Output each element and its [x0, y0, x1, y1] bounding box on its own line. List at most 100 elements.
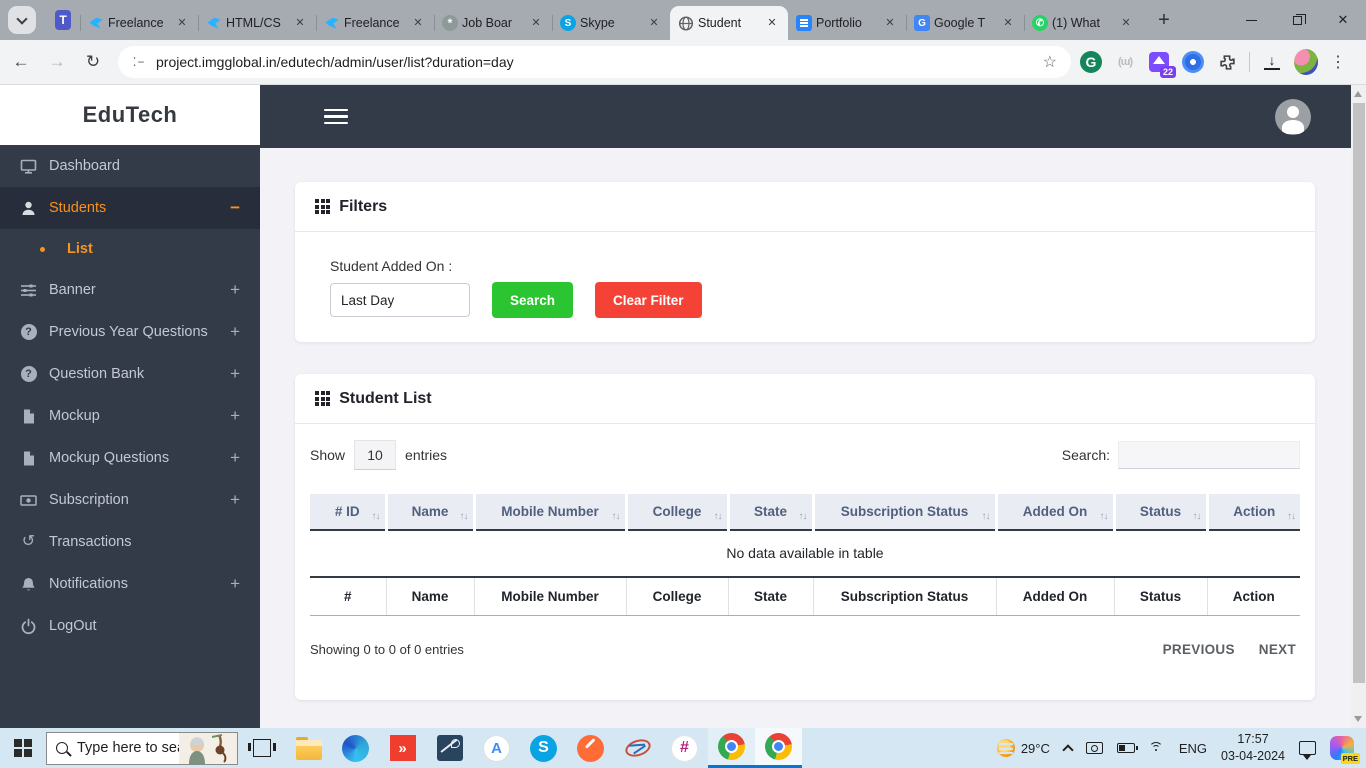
browser-menu-button[interactable]: ⋮ [1328, 52, 1356, 72]
snipping-tool-button[interactable] [614, 728, 661, 768]
blue-extension[interactable] [1181, 50, 1205, 74]
sidebar-item-mockup[interactable]: Mockup + [0, 395, 260, 437]
purple-extension[interactable]: 22 [1147, 50, 1176, 78]
new-tab-button[interactable]: + [1150, 6, 1178, 34]
sidebar-item-dashboard[interactable]: Dashboard [0, 145, 260, 187]
back-button[interactable]: ← [6, 47, 36, 77]
address-bar[interactable]: ⁚− project.imgglobal.in/edutech/admin/us… [118, 46, 1071, 78]
grammarly-extension[interactable]: G [1079, 50, 1103, 74]
edge-button[interactable] [332, 728, 379, 768]
column-header-subscription[interactable]: Subscription Status ↑↓ [813, 494, 998, 531]
column-header-state[interactable]: State ↑↓ [728, 494, 815, 531]
downloads-button[interactable]: ↓ [1260, 50, 1284, 74]
taskbar-search-box[interactable] [46, 731, 238, 765]
bookmark-star-icon[interactable]: ☆ [1039, 52, 1061, 72]
weather-widget[interactable]: 29°C [990, 728, 1057, 768]
scrollbar-thumb[interactable] [1352, 103, 1365, 683]
sort-icon[interactable]: ↑↓ [714, 511, 723, 522]
pgadmin-button[interactable] [426, 728, 473, 768]
sort-icon[interactable]: ↑↓ [1100, 511, 1109, 522]
restore-button[interactable] [1274, 0, 1320, 40]
notification-center-button[interactable] [1292, 728, 1323, 768]
taskview-button[interactable] [238, 728, 285, 768]
anydesk-button[interactable]: » [379, 728, 426, 768]
sidebar-item-notifications[interactable]: Notifications + [0, 563, 260, 605]
pinned-tab-teams[interactable]: T [46, 3, 80, 37]
tab-student-active[interactable]: Student ✕ [670, 6, 788, 40]
column-header-college[interactable]: College ↑↓ [626, 494, 730, 531]
close-icon[interactable]: ✕ [410, 15, 426, 31]
sidebar-item-list[interactable]: List [0, 229, 260, 269]
table-search-input[interactable] [1118, 441, 1300, 469]
close-icon[interactable]: ✕ [764, 15, 780, 31]
scroll-up-icon[interactable] [1354, 91, 1362, 97]
column-header-name[interactable]: Name ↑↓ [386, 494, 476, 531]
tab-freelancer-2[interactable]: Freelance ✕ [316, 6, 434, 40]
chrome-window-1-button[interactable] [708, 728, 755, 768]
sort-icon[interactable]: ↑↓ [982, 511, 991, 522]
close-icon[interactable]: ✕ [528, 15, 544, 31]
column-header-action[interactable]: Action ↑↓ [1207, 494, 1300, 531]
expand-icon[interactable]: + [230, 490, 240, 510]
search-doodle[interactable] [179, 732, 237, 764]
sort-icon[interactable]: ↑↓ [460, 511, 469, 522]
battery-button[interactable] [1110, 728, 1142, 768]
tab-html-css[interactable]: HTML/CS ✕ [198, 6, 316, 40]
collapse-icon[interactable]: − [230, 198, 240, 218]
expand-icon[interactable]: + [230, 322, 240, 342]
search-button[interactable]: Search [492, 282, 574, 318]
extensions-menu[interactable] [1215, 50, 1239, 74]
user-avatar[interactable] [1275, 98, 1311, 135]
slack-button[interactable]: # [661, 728, 708, 768]
expand-icon[interactable]: + [230, 364, 240, 384]
sidebar-item-students[interactable]: Students − [0, 187, 260, 229]
sidebar-item-logout[interactable]: LogOut [0, 605, 260, 647]
tab-job-board[interactable]: * Job Boar ✕ [434, 6, 552, 40]
tab-skype[interactable]: S Skype ✕ [552, 6, 670, 40]
sort-icon[interactable]: ↑↓ [1193, 511, 1202, 522]
sidebar-item-mockup-questions[interactable]: Mockup Questions + [0, 437, 260, 479]
clock-button[interactable]: 17:57 03-04-2024 [1214, 728, 1292, 768]
taskbar-search-input[interactable] [77, 740, 195, 756]
column-header-mobile[interactable]: Mobile Number ↑↓ [474, 494, 628, 531]
site-settings-icon[interactable]: ⁚− [128, 54, 150, 70]
file-explorer-button[interactable] [285, 728, 332, 768]
tab-search-button[interactable] [8, 6, 36, 34]
tab-google-translate[interactable]: G Google T ✕ [906, 6, 1024, 40]
close-icon[interactable]: ✕ [292, 15, 308, 31]
close-icon[interactable]: ✕ [174, 15, 190, 31]
previous-page-button[interactable]: PREVIOUS [1163, 642, 1235, 657]
close-icon[interactable]: ✕ [882, 15, 898, 31]
tab-portfolio[interactable]: Portfolio ✕ [788, 6, 906, 40]
sidebar-item-previous-year-questions[interactable]: ? Previous Year Questions + [0, 311, 260, 353]
close-icon[interactable]: ✕ [1118, 15, 1134, 31]
hamburger-menu-icon[interactable] [324, 105, 348, 129]
copilot-button[interactable]: PRE [1323, 728, 1366, 768]
sidebar-item-banner[interactable]: Banner + [0, 269, 260, 311]
tab-freelancer-1[interactable]: Freelance ✕ [80, 6, 198, 40]
language-button[interactable]: ENG [1172, 728, 1214, 768]
postman-button[interactable] [567, 728, 614, 768]
column-header-status[interactable]: Status ↑↓ [1114, 494, 1209, 531]
student-added-on-input[interactable] [330, 283, 470, 317]
profile-avatar[interactable] [1294, 49, 1318, 75]
expand-icon[interactable]: + [230, 280, 240, 300]
sort-icon[interactable]: ↑↓ [612, 511, 621, 522]
page-size-select[interactable]: 10 [354, 440, 397, 470]
sidebar-item-subscription[interactable]: Subscription + [0, 479, 260, 521]
scrollbar[interactable] [1351, 85, 1366, 728]
sidebar-item-transactions[interactable]: ↺ Transactions [0, 521, 260, 563]
expand-icon[interactable]: + [230, 406, 240, 426]
next-page-button[interactable]: NEXT [1259, 642, 1296, 657]
android-studio-button[interactable]: A [473, 728, 520, 768]
sort-icon[interactable]: ↑↓ [372, 511, 381, 522]
expand-icon[interactable]: + [230, 574, 240, 594]
tab-whatsapp[interactable]: ✆ (1) What ✕ [1024, 6, 1142, 40]
network-button[interactable] [1142, 728, 1172, 768]
skype-button[interactable]: S [520, 728, 567, 768]
column-header-added-on[interactable]: Added On ↑↓ [996, 494, 1116, 531]
url-text[interactable]: project.imgglobal.in/edutech/admin/user/… [156, 54, 1039, 70]
meet-now-button[interactable] [1079, 728, 1110, 768]
chrome-window-2-button[interactable] [755, 728, 802, 768]
close-window-button[interactable]: ✕ [1320, 0, 1366, 40]
